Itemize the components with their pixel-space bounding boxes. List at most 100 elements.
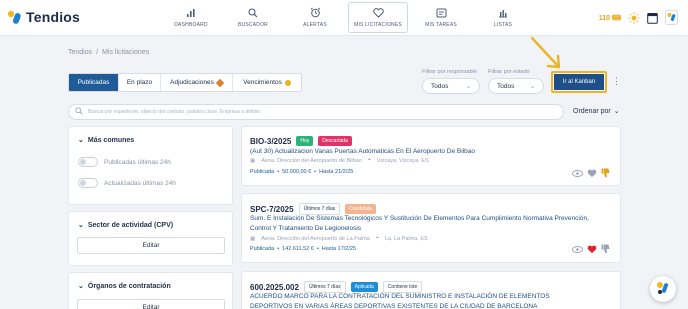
tender-title[interactable]: ACUERDO MARCO PARA LA CONTRATACIÓN DEL S… [250,292,590,309]
tender-deadline: Hasta 17/2/25 [321,246,357,252]
tender-location: Vizcaya, Vizcaya, ES [376,157,429,164]
breadcrumb-current: Mis licitaciones [102,49,150,56]
tender-deadline: Hasta 21/2/25 [319,169,354,175]
filter-card-title[interactable]: ⌄ Órganos de contratación [78,282,171,291]
search-input[interactable] [88,109,548,115]
tendios-logo-icon [7,10,22,25]
filter-card-title-text: Más comunes [87,136,135,144]
search-icon [75,107,83,117]
task-board-icon [435,7,447,19]
header-tools: 110 [599,10,678,27]
sun-icon[interactable] [628,12,640,26]
filter-responsable-label: Filtrar por responsable [422,69,478,75]
filter-card-title[interactable]: ⌄ Más comunes [78,136,135,145]
nav-label: MIS TAREAS [425,21,457,28]
breadcrumb-root[interactable]: Tendios [68,49,92,56]
eye-icon[interactable] [572,169,583,179]
building-icon: ▦ [250,235,256,242]
more-options-icon[interactable]: ⋮ [612,76,621,87]
tender-reference[interactable]: SPC-7/2025 [250,205,294,214]
user-avatar-icon[interactable] [665,10,678,27]
nav-mis-licitaciones[interactable]: MIS LICITACIONES [348,2,408,33]
diamond-icon [215,78,225,87]
tender-title[interactable]: Sum. E Instalación De Sistemas Tecnológi… [250,214,590,233]
kanban-button[interactable]: Ir al Kanban [554,74,604,90]
toggle-switch[interactable] [78,178,98,188]
nav-label: DASHBOARD [174,21,208,28]
tender-location: La, La Palma, ES [384,235,428,242]
badge-candidata: Candidata [345,204,377,214]
edit-organos-button[interactable]: Editar [77,299,225,309]
tab-label: Publicadas [77,79,110,86]
nav-buscador[interactable]: BUSCADOR [222,0,284,34]
coins-icon [612,14,621,23]
toggle-publicadas-24h[interactable]: Publicadas últimas 24h [78,157,171,167]
tender-card[interactable]: BIO-3/2025 Hoy Descartada (Aut 30) Actua… [241,126,621,186]
kanban-highlight: Ir al Kanban [551,71,607,93]
tender-reference[interactable]: 600.2025.002 [250,283,299,292]
tendios-logo[interactable]: Tendios [7,9,80,25]
filter-estado-label: Filtrar por estado [488,69,530,75]
heart-icon[interactable] [587,245,597,256]
toggle-actualizadas-24h[interactable]: Actualizadas últimas 24h [78,178,176,188]
tender-card[interactable]: 600.2025.002 Últimos 7 días Aplicada Con… [241,271,621,309]
tender-actions [572,244,610,256]
filter-card-organos: ⌄ Órganos de contratación Editar [68,272,233,309]
tender-meta: ▦ Aena. Dirección del Aeropuerto de La P… [250,235,428,242]
tender-amount: 142.611,52 € [282,246,314,252]
calendar-icon[interactable] [647,12,658,26]
tender-price-row: Publicada • 50.000,00 € • Hasta 21/2/25 [250,169,354,175]
edit-cpv-button[interactable]: Editar [77,237,225,254]
search-bar [68,104,564,120]
coin-dot-icon [284,79,291,86]
tender-reference[interactable]: BIO-3/2025 [250,137,291,146]
top-navigation-bar: Tendios DASHBOARD BUSCADOR ALERTAS MIS L… [0,0,688,36]
main-nav: DASHBOARD BUSCADOR ALERTAS MIS LICITACIO… [160,0,534,36]
tender-title[interactable]: (Aut 30) Actualizacion Varias Puertas Au… [250,147,590,157]
location-pin-icon: ⌖ [367,157,371,163]
chevron-down-icon: ⌄ [78,222,84,229]
tender-card[interactable]: SPC-7/2025 Últimos 7 días Candidata Sum.… [241,193,621,263]
tab-adjudicaciones[interactable]: Adjudicaciones [161,74,233,91]
thumbs-down-icon[interactable] [601,244,610,256]
list-chart-icon [497,7,509,19]
nav-label: BUSCADOR [238,21,268,28]
nav-label: LISTAS [493,21,513,28]
badge-aplicada: Aplicada [350,282,378,292]
nav-mis-tareas[interactable]: MIS TAREAS [410,0,472,34]
filter-responsable-select[interactable]: Todos ⌄ [422,78,480,94]
coins-balance[interactable]: 110 [599,14,621,23]
filter-responsable-value: Todos [431,82,449,90]
chevron-down-icon: ⌄ [613,108,620,115]
heart-icon [372,7,384,19]
tab-label: En plazo [126,79,153,86]
assistant-button[interactable] [650,276,676,302]
filter-estado-value: Todos [497,82,515,90]
toggle-switch[interactable] [78,157,98,167]
tab-vencimientos[interactable]: Vencimientos [233,74,301,91]
filter-card-title[interactable]: ⌄ Sector de actividad (CPV) [78,221,174,230]
nav-label: MIS LICITACIONES [354,22,402,28]
badge-hoy: Hoy [296,136,314,146]
filter-card-cpv: ⌄ Sector de actividad (CPV) Editar [68,211,233,266]
filter-card-title-text: Sector de actividad (CPV) [87,221,174,229]
filter-card-title-text: Órganos de contratación [87,282,171,290]
eye-icon[interactable] [572,245,583,255]
tab-label: Vencimientos [243,79,282,86]
tender-organ: Aena. Dirección del Aeropuerto de Bilbao [261,157,362,164]
nav-listas[interactable]: LISTAS [472,0,534,34]
filter-estado-select[interactable]: Todos ⌄ [488,78,544,94]
breadcrumb: Tendios / Mis licitaciones [68,49,149,56]
tendios-logo-icon [655,280,671,298]
thumbs-down-icon[interactable] [601,168,610,180]
tender-card-header: BIO-3/2025 Hoy Descartada [250,136,352,146]
tab-publicadas[interactable]: Publicadas [69,74,119,91]
heart-icon[interactable] [587,169,597,180]
nav-alertas[interactable]: ALERTAS [284,0,346,34]
tab-en-plazo[interactable]: En plazo [119,74,161,91]
nav-dashboard[interactable]: DASHBOARD [160,0,222,34]
tender-actions [572,168,610,180]
nav-label: ALERTAS [303,21,327,28]
sort-dropdown[interactable]: Ordenar por ⌄ [573,107,620,116]
tender-price-row: Publicada • 142.611,52 € • Hasta 17/2/25 [250,246,357,252]
